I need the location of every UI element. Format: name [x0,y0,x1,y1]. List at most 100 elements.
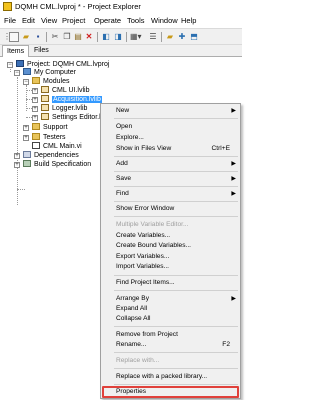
tree-item-label: Dependencies [34,152,79,159]
submenu-arrow-icon: ▶ [231,161,236,167]
library-icon [41,95,49,102]
project-icon [16,60,24,67]
expand-toggle[interactable]: + [32,97,38,103]
save-all-icon[interactable]: ▪ [33,32,43,42]
submenu-arrow-icon: ▶ [231,296,236,302]
menu-item-new[interactable]: New ▶ [101,106,240,116]
tree-item-label: Settings Editor.l [52,114,101,121]
menu-separator [114,290,238,291]
tab-items[interactable]: Items [2,45,30,57]
tree-guide-line [17,77,18,205]
menu-item-save[interactable]: Save ▶ [101,174,240,184]
menu-separator [114,156,238,157]
tree-item-support[interactable]: Support [32,123,68,132]
view-tabs: Items Files [0,45,242,57]
menu-view[interactable]: View [41,16,57,25]
menu-project[interactable]: Project [62,16,85,25]
tree-item-build-specifications[interactable]: Build Specification [23,160,91,169]
properties-icon[interactable]: ☰ [148,32,158,42]
collapse-icon[interactable]: ⬒ [189,32,199,42]
expand-toggle[interactable]: + [32,115,38,121]
menu-item-show-error-window[interactable]: Show Error Window [101,204,240,214]
menu-item-add[interactable]: Add ▶ [101,159,240,169]
menu-window[interactable]: Window [151,16,178,25]
menu-separator [114,275,238,276]
menu-item-open[interactable]: Open [101,122,240,132]
expand-toggle[interactable]: + [14,162,20,168]
menu-item-find[interactable]: Find ▶ [101,189,240,199]
expand-toggle[interactable]: − [7,62,13,68]
menu-item-create-bound-variables[interactable]: Create Bound Variables... [101,241,240,251]
open-folder-icon[interactable]: ▰ [21,32,31,42]
delete-icon[interactable]: ✕ [84,32,94,42]
menu-item-show-in-files-view[interactable]: Show in Files View Ctrl+E [101,144,240,154]
tree-item-logger[interactable]: Logger.lvlib [41,104,87,113]
expand-toggle[interactable]: + [32,106,38,112]
tree-item-label: Support [43,124,68,131]
menu-item-multiple-variable-editor: Multiple Variable Editor... [116,221,189,228]
tree-item-acquisition[interactable]: Acquisition.lvlib [41,95,102,104]
folder-icon [32,123,40,130]
build-all-icon[interactable]: ◨ [113,32,123,42]
menu-item-collapse-all[interactable]: Collapse All [101,314,240,324]
menu-separator [114,171,238,172]
tree-item-testers[interactable]: Testers [32,133,66,142]
vi-icon [32,142,40,149]
menu-item-remove-from-project[interactable]: Remove from Project [101,330,240,340]
menu-separator [114,216,238,217]
menu-item-arrange-by[interactable]: Arrange By ▶ [101,294,240,304]
tree-item-dependencies[interactable]: Dependencies [23,151,79,160]
cut-icon[interactable]: ✂ [50,32,60,42]
menu-edit[interactable]: Edit [22,16,35,25]
expand-toggle[interactable]: + [23,135,29,141]
tree-item-label-selected: Acquisition.lvlib [52,96,102,103]
expand-toggle[interactable]: − [23,79,29,85]
expand-toggle[interactable]: + [23,125,29,131]
add-item-icon[interactable]: ✚ [177,32,187,42]
tree-item-settings-editor[interactable]: Settings Editor.l [41,113,101,122]
expand-toggle[interactable]: + [14,153,20,159]
tree-item-label: Build Specification [34,161,92,168]
menu-operate[interactable]: Operate [94,16,121,25]
tab-files[interactable]: Files [30,45,53,57]
tree-item-label: CML UI.lvlib [52,87,90,94]
expand-toggle[interactable]: − [14,70,20,76]
tree-item-label: Project: DQMH CML.lvproj [27,61,110,68]
toolbar-separator [161,32,162,42]
folder-icon [32,133,40,140]
toolbar-separator [46,32,47,42]
window-title: DQMH CML.lvproj * - Project Explorer [15,2,141,11]
menu-file[interactable]: File [4,16,16,25]
tree-item-label: CML Main.vi [43,143,82,150]
menu-item-create-variables[interactable]: Create Variables... [101,231,240,241]
project-view-dropdown-icon[interactable]: ▦▾ [130,32,142,42]
menu-tools[interactable]: Tools [127,16,145,25]
menu-item-expand-all[interactable]: Expand All [101,304,240,314]
folder-icon[interactable]: ▰ [165,32,175,42]
tree-item-label: Modules [43,78,70,85]
tree-item-label: Logger.lvlib [52,105,88,112]
menu-separator [114,368,238,369]
menu-item-import-variables[interactable]: Import Variables... [101,262,240,272]
tree-item-cml-ui[interactable]: CML UI.lvlib [41,86,89,95]
title-bar: DQMH CML.lvproj * - Project Explorer [0,0,242,14]
tree-item-my-computer[interactable]: My Computer [23,68,76,77]
build-icon[interactable]: ◧ [101,32,111,42]
menu-item-replace-with-packed-library[interactable]: Replace with a packed library... [101,372,240,382]
menu-item-find-project-items[interactable]: Find Project Items... [101,278,240,288]
tree-item-modules[interactable]: Modules [32,77,69,86]
menu-item-rename[interactable]: Rename... F2 [101,340,240,350]
tree-item-label: My Computer [34,69,77,76]
tree-item-cml-main[interactable]: CML Main.vi [32,142,82,151]
labview-project-icon [3,2,12,11]
menu-item-export-variables[interactable]: Export Variables... [101,252,240,262]
expand-toggle[interactable]: + [32,88,38,94]
new-file-icon[interactable] [9,32,19,42]
menu-help[interactable]: Help [181,16,196,25]
paste-icon[interactable]: ▤ [73,32,83,42]
copy-icon[interactable]: ❐ [62,32,72,42]
library-icon [41,113,49,120]
menu-item-explore[interactable]: Explore... [101,133,240,143]
computer-icon [23,68,31,75]
menu-separator [114,118,238,119]
